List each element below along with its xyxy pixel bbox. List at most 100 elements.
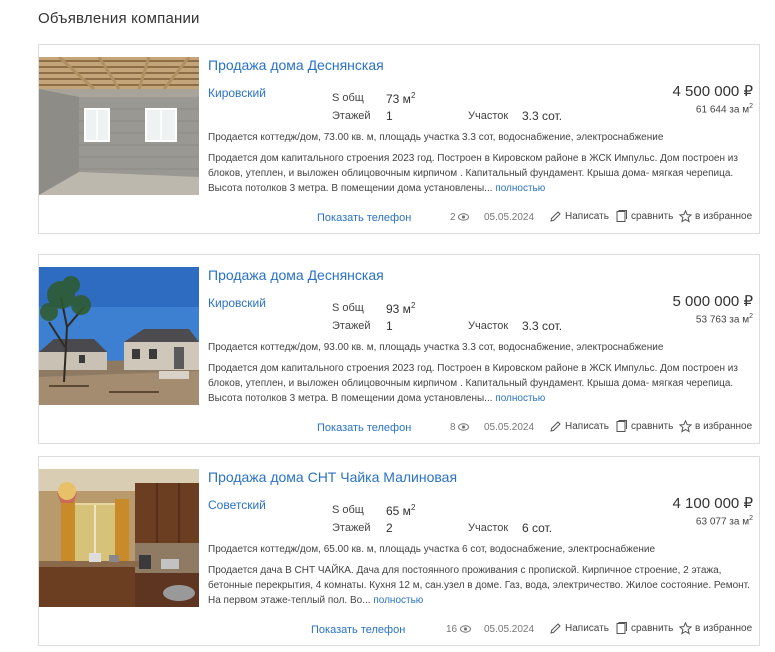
listing-summary: Продается коттедж/дом, 65.00 кв. м, площ… — [208, 544, 656, 555]
listing-description: Продается дом капитального строения 2023… — [208, 151, 753, 196]
eye-icon — [459, 625, 471, 634]
views-count: 8 — [450, 422, 470, 433]
compare-button[interactable]: сравнить — [615, 210, 673, 223]
listing-description: Продается дом капитального строения 2023… — [208, 361, 753, 406]
favorite-button[interactable]: в избранное — [679, 622, 752, 635]
area-label: S общ — [332, 92, 364, 104]
listing-summary: Продается коттедж/дом, 93.00 кв. м, площ… — [208, 342, 664, 353]
listing-price: 5 000 000 ₽ — [672, 293, 753, 310]
compare-label: сравнить — [631, 211, 674, 222]
area-number: 65 м — [386, 504, 411, 518]
plot-label: Участок — [468, 110, 509, 122]
listing-district[interactable]: Кировский — [208, 86, 266, 100]
listing-photo[interactable] — [39, 469, 199, 607]
compare-button[interactable]: сравнить — [615, 420, 673, 433]
show-phone-link[interactable]: Показать телефон — [317, 212, 411, 224]
area-number: 73 м — [386, 92, 411, 106]
listing-date: 05.05.2024 — [484, 422, 535, 433]
price-per-meter-value: 53 763 за м — [695, 314, 750, 326]
area-number: 93 м — [386, 302, 411, 316]
star-icon — [679, 420, 692, 433]
views-count: 16 — [446, 624, 471, 635]
compare-icon — [616, 210, 627, 222]
area-value: 65 м2 — [386, 503, 415, 518]
plot-label: Участок — [468, 320, 509, 332]
description-text: Продается дом капитального строения 2023… — [208, 153, 738, 194]
floors-value: 1 — [386, 109, 393, 123]
favorite-label: в избранное — [695, 421, 753, 432]
show-phone-link[interactable]: Показать телефон — [311, 624, 405, 636]
floors-value: 1 — [386, 319, 393, 333]
favorite-button[interactable]: в избранное — [679, 210, 752, 223]
plot-value: 6 сот. — [522, 521, 553, 535]
price-per-meter: 53 763 за м2 — [696, 313, 753, 325]
price-per-meter-sup: 2 — [749, 313, 753, 320]
price-per-meter-sup: 2 — [749, 515, 753, 522]
listing-title[interactable]: Продажа дома Деснянская — [208, 57, 384, 73]
listing-district[interactable]: Советский — [208, 498, 266, 512]
floors-label: Этажей — [332, 320, 371, 332]
views-number: 2 — [450, 212, 456, 223]
views-count: 2 — [450, 212, 470, 223]
floors-label: Этажей — [332, 110, 371, 122]
more-link[interactable]: полностью — [495, 393, 545, 404]
exterior-photo — [39, 267, 199, 405]
listing-description: Продается дача В СНТ ЧАЙКА. Дача для пос… — [208, 563, 753, 608]
write-label: Написать — [565, 623, 609, 634]
listing-district[interactable]: Кировский — [208, 296, 266, 310]
favorite-label: в избранное — [695, 211, 753, 222]
compare-label: сравнить — [631, 623, 674, 634]
listing-photo[interactable] — [39, 57, 199, 195]
price-per-meter-value: 61 644 за м — [695, 104, 750, 116]
pencil-icon — [550, 211, 561, 222]
description-text: Продается дача В СНТ ЧАЙКА. Дача для пос… — [208, 565, 750, 606]
price-per-meter-value: 63 077 за м — [695, 516, 750, 528]
compare-icon — [616, 622, 627, 634]
write-label: Написать — [565, 211, 609, 222]
price-per-meter: 63 077 за м2 — [696, 515, 753, 527]
area-unit-sup: 2 — [410, 503, 416, 512]
pencil-icon — [550, 623, 561, 634]
plot-value: 3.3 сот. — [522, 109, 563, 123]
show-phone-link[interactable]: Показать телефон — [317, 422, 411, 434]
more-link[interactable]: полностью — [373, 595, 423, 606]
page-title: Объявления компании — [38, 10, 200, 27]
eye-icon — [458, 213, 470, 222]
listing-title[interactable]: Продажа дома СНТ Чайка Малиновая — [208, 469, 457, 485]
listing-card: Продажа дома СНТ Чайка Малиновая Советск… — [38, 456, 760, 646]
listing-card: Продажа дома Деснянская Кировский S общ … — [38, 44, 760, 234]
listing-summary: Продается коттедж/дом, 73.00 кв. м, площ… — [208, 132, 664, 143]
price-per-meter-sup: 2 — [749, 103, 753, 110]
area-value: 93 м2 — [386, 301, 415, 316]
area-value: 73 м2 — [386, 91, 415, 106]
listing-photo[interactable] — [39, 267, 199, 405]
area-unit-sup: 2 — [410, 91, 416, 100]
listing-price: 4 100 000 ₽ — [672, 495, 753, 512]
floors-label: Этажей — [332, 522, 371, 534]
star-icon — [679, 210, 692, 223]
listing-date: 05.05.2024 — [484, 212, 535, 223]
star-icon — [679, 622, 692, 635]
write-button[interactable]: Написать — [549, 210, 609, 223]
more-link[interactable]: полностью — [495, 183, 545, 194]
listing-date: 05.05.2024 — [484, 624, 535, 635]
eye-icon — [458, 423, 470, 432]
plot-value: 3.3 сот. — [522, 319, 563, 333]
favorite-button[interactable]: в избранное — [679, 420, 752, 433]
listing-title[interactable]: Продажа дома Деснянская — [208, 267, 384, 283]
compare-icon — [616, 420, 627, 432]
kitchen-photo — [39, 469, 199, 607]
description-text: Продается дом капитального строения 2023… — [208, 363, 738, 404]
area-unit-sup: 2 — [410, 301, 416, 310]
write-button[interactable]: Написать — [549, 420, 609, 433]
area-label: S общ — [332, 302, 364, 314]
pencil-icon — [550, 421, 561, 432]
plot-label: Участок — [468, 522, 509, 534]
views-number: 16 — [446, 624, 458, 635]
write-button[interactable]: Написать — [549, 622, 609, 635]
price-per-meter: 61 644 за м2 — [696, 103, 753, 115]
write-label: Написать — [565, 421, 609, 432]
compare-button[interactable]: сравнить — [615, 622, 673, 635]
listing-card: Продажа дома Деснянская Кировский S общ … — [38, 254, 760, 444]
compare-label: сравнить — [631, 421, 674, 432]
